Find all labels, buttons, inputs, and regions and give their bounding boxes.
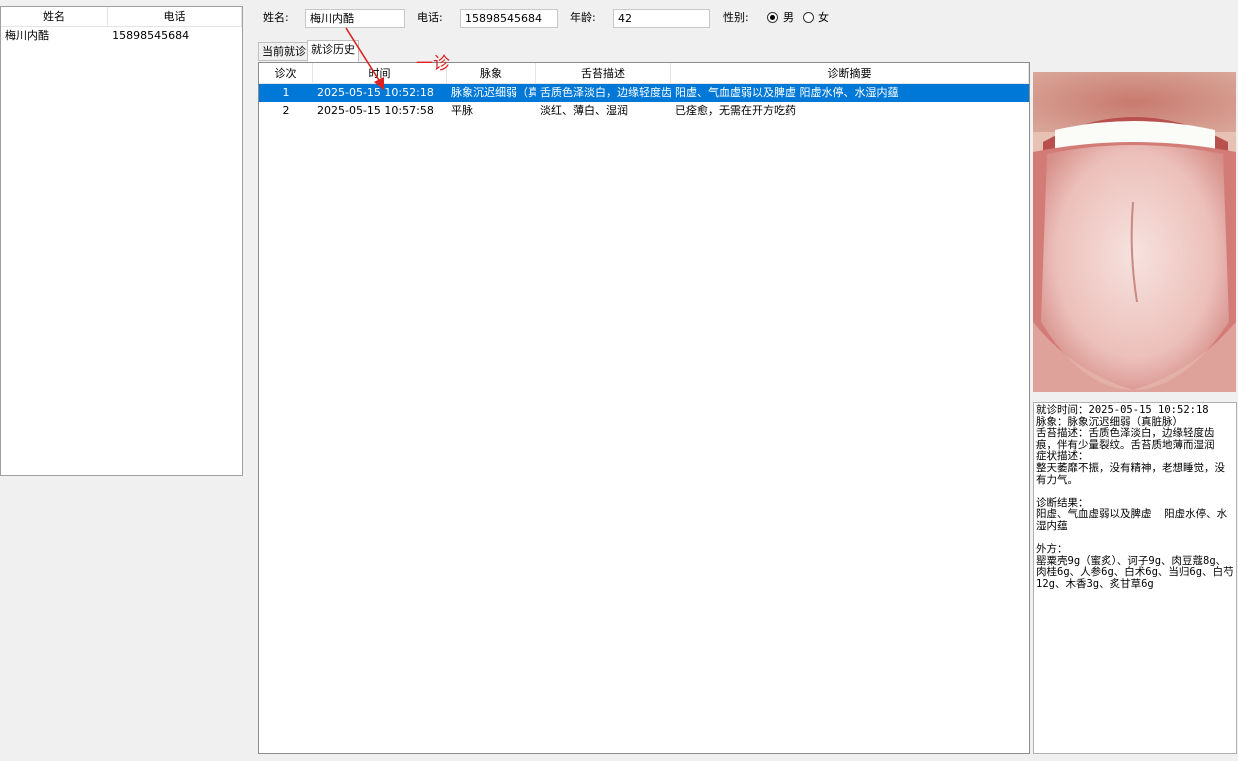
grid-header-summary[interactable]: 诊断摘要 bbox=[671, 63, 1029, 83]
age-input[interactable]: 42 bbox=[613, 9, 710, 28]
patient-name: 梅川内酷 bbox=[5, 29, 49, 42]
annotation-label: 一诊 bbox=[416, 54, 450, 74]
cell-summary: 阳虚、气血虚弱以及脾虚 阳虚水停、水湿内蕴 bbox=[675, 86, 899, 99]
visit-details-text[interactable]: 就诊时间：2025-05-15 10:52:18 脉象：脉象沉迟细弱（真脏脉） … bbox=[1033, 402, 1237, 754]
column-header-name[interactable]: 姓名 bbox=[1, 7, 109, 26]
phone-label: 电话: bbox=[417, 11, 443, 24]
cell-tongue: 淡红、薄白、湿润 bbox=[540, 104, 628, 117]
patient-phone: 15898545684 bbox=[112, 29, 190, 42]
visit-history-grid[interactable]: 诊次 时间 脉象 舌苔描述 诊断摘要 1 2025-05-15 10:52:18… bbox=[258, 62, 1030, 754]
tab-current-visit[interactable]: 当前就诊 bbox=[258, 42, 310, 61]
cell-summary: 已痊愈，无需在开方吃药 bbox=[675, 104, 796, 117]
cell-time: 2025-05-15 10:57:58 bbox=[317, 104, 434, 117]
gender-female-radio[interactable] bbox=[803, 12, 814, 23]
patient-list-header: 姓名 电话 bbox=[1, 7, 242, 27]
cell-visit-no: 2 bbox=[282, 104, 290, 117]
patient-row[interactable]: 梅川内酷 15898545684 bbox=[1, 27, 242, 45]
grid-header-tongue[interactable]: 舌苔描述 bbox=[536, 63, 671, 83]
gender-female-label[interactable]: 女 bbox=[818, 11, 829, 25]
cell-tongue: 舌质色泽淡白，边缘轻度齿 bbox=[540, 86, 671, 99]
grid-header-visit-no[interactable]: 诊次 bbox=[259, 63, 313, 83]
gender-label: 性别: bbox=[723, 11, 749, 24]
name-label: 姓名: bbox=[263, 11, 289, 24]
gender-male-label[interactable]: 男 bbox=[783, 11, 794, 25]
gender-male-radio[interactable] bbox=[767, 12, 778, 23]
age-label: 年龄: bbox=[570, 11, 596, 24]
cell-pulse: 脉象沉迟细弱（真 bbox=[451, 86, 536, 99]
grid-header-pulse[interactable]: 脉象 bbox=[447, 63, 536, 83]
annotation-arrow bbox=[345, 27, 384, 90]
cell-pulse: 平脉 bbox=[451, 104, 473, 117]
cell-visit-no: 1 bbox=[282, 86, 290, 99]
column-header-phone[interactable]: 电话 bbox=[108, 7, 242, 26]
tongue-photo bbox=[1033, 72, 1236, 392]
grid-row[interactable]: 2 2025-05-15 10:57:58 平脉 淡红、薄白、湿润 已痊愈，无需… bbox=[259, 102, 1029, 120]
phone-input[interactable]: 15898545684 bbox=[460, 9, 558, 28]
patient-list[interactable]: 姓名 电话 梅川内酷 15898545684 bbox=[0, 6, 243, 476]
